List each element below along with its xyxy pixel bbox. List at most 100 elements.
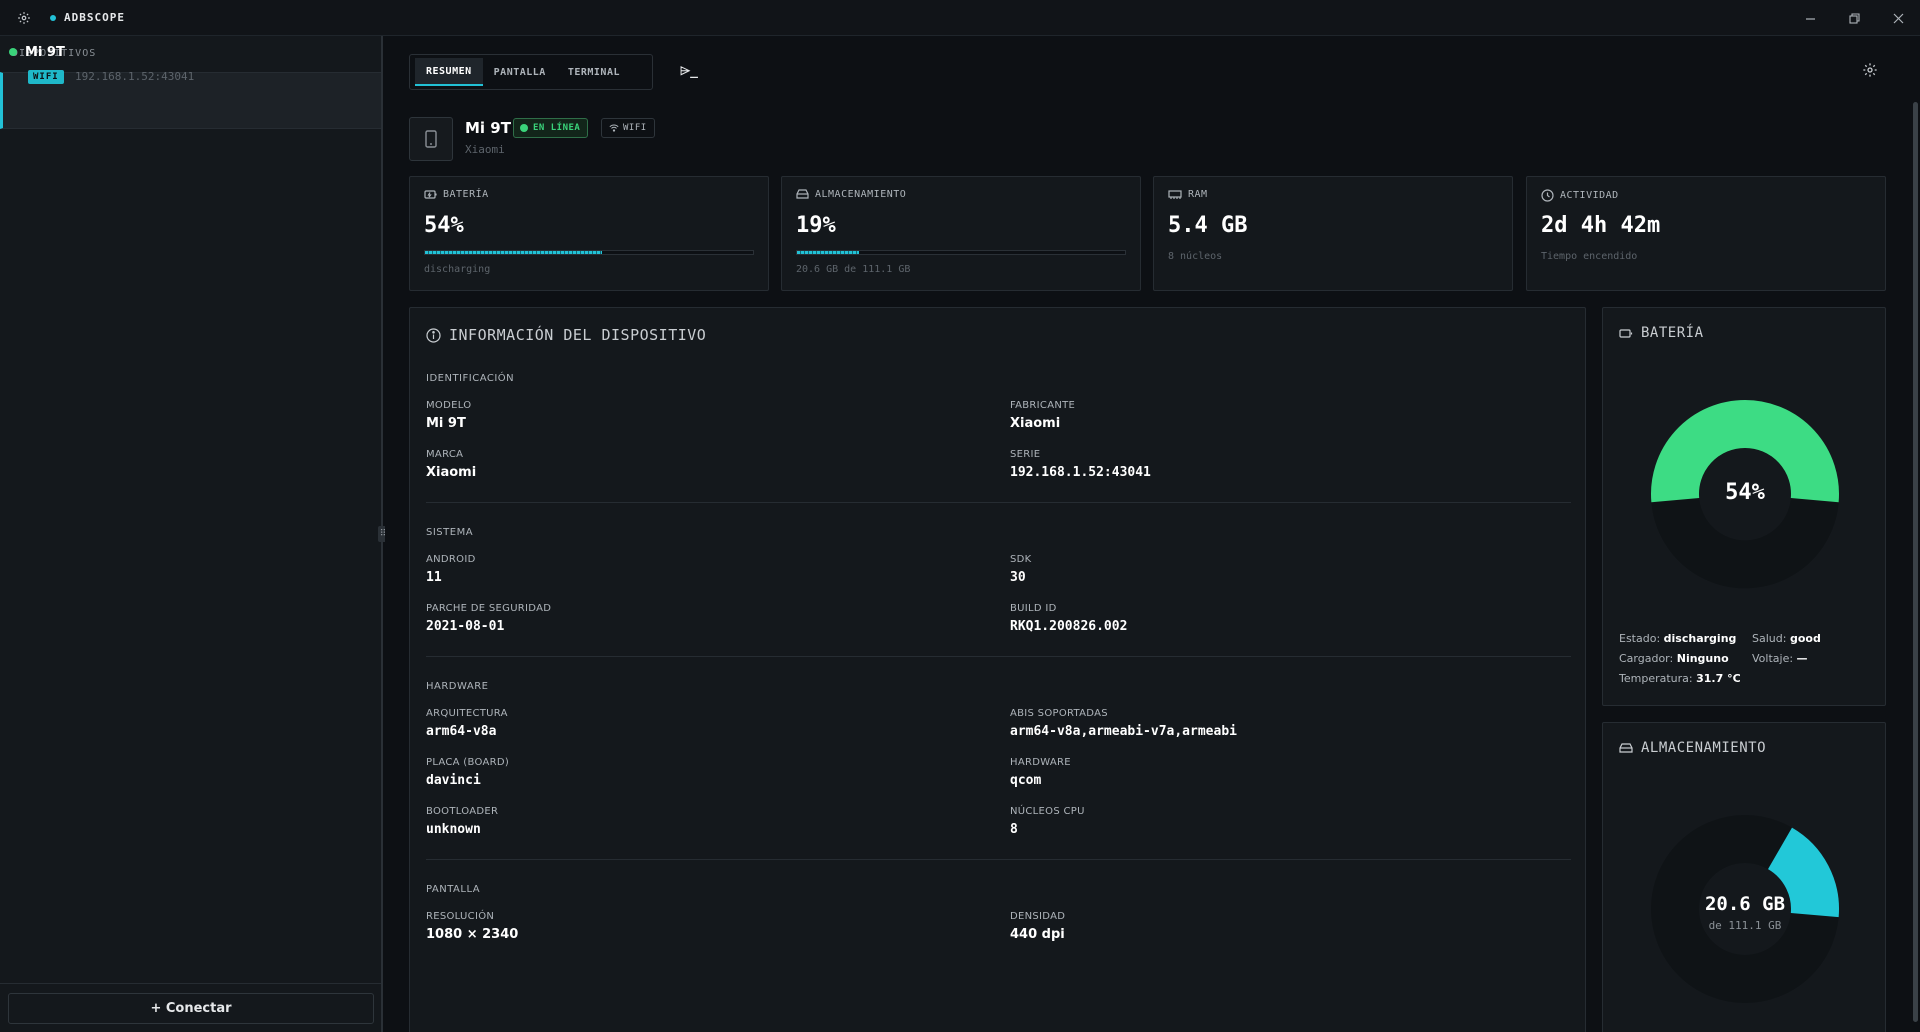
battery-health-label: Salud: xyxy=(1752,632,1787,645)
ram-value: 5.4 GB xyxy=(1168,213,1248,238)
battery-temperature: Temperatura: 31.7 °C xyxy=(1619,672,1741,685)
hardware-label: HARDWARE xyxy=(1010,757,1071,768)
device-info-title: INFORMACIÓN DEL DISPOSITIVO xyxy=(426,326,706,344)
phone-icon xyxy=(409,117,453,161)
battery-state-label: Estado: xyxy=(1619,632,1661,645)
abis-value: arm64-v8a,armeabi-v7a,armeabi xyxy=(1010,724,1237,739)
battery-card-icon xyxy=(1619,328,1633,338)
battery-stat-label: BATERÍA xyxy=(424,189,489,200)
memory-icon xyxy=(1168,190,1182,199)
battery-progress-bar xyxy=(424,250,754,255)
battery-charger-label: Cargador: xyxy=(1619,652,1674,665)
arch-value: arm64-v8a xyxy=(426,724,497,739)
activity-sub: Tiempo encendido xyxy=(1541,251,1638,262)
resolution-label: RESOLUCIÓN xyxy=(426,911,495,922)
battery-icon xyxy=(424,190,437,199)
cores-value: 8 xyxy=(1010,822,1018,837)
device-info-panel: INFORMACIÓN DEL DISPOSITIVO IDENTIFICACI… xyxy=(409,307,1586,1032)
activity-value: 2d 4h 42m xyxy=(1541,213,1661,238)
battery-gauge-label: 54% xyxy=(1725,480,1765,505)
online-status-badge: EN LÍNEA xyxy=(513,118,589,138)
sidebar: DISPOSITIVOS xyxy=(0,36,383,1032)
model-label: MODELO xyxy=(426,400,472,411)
brand-label: MARCA xyxy=(426,449,464,460)
section-identificacion: IDENTIFICACIÓN xyxy=(426,373,515,384)
scrollbar[interactable] xyxy=(1913,102,1918,1022)
battery-state-value: discharging xyxy=(1663,632,1737,645)
battery-label-text: BATERÍA xyxy=(443,189,489,200)
section-divider xyxy=(426,656,1571,657)
serial-value: 192.168.1.52:43041 xyxy=(1010,465,1151,480)
battery-health-value: good xyxy=(1789,632,1821,645)
storage-progress-fill xyxy=(797,251,860,254)
ram-label-text: RAM xyxy=(1188,189,1208,200)
tab-terminal[interactable]: TERMINAL xyxy=(557,58,631,86)
clock-icon xyxy=(1541,189,1554,202)
battery-health: Salud: good xyxy=(1752,632,1821,645)
battery-voltage: Voltaje: — xyxy=(1752,652,1808,665)
window-controls xyxy=(1788,0,1920,36)
density-label: DENSIDAD xyxy=(1010,911,1066,922)
activity-stat-card: ACTIVIDAD 2d 4h 42m Tiempo encendido xyxy=(1526,176,1886,291)
ram-stat-card: RAM 5.4 GB 8 núcleos xyxy=(1153,176,1513,291)
sdk-value: 30 xyxy=(1010,570,1026,585)
close-icon[interactable] xyxy=(1876,0,1920,36)
arch-label: ARQUITECTURA xyxy=(426,708,508,719)
battery-voltage-label: Voltaje: xyxy=(1752,652,1794,665)
board-label: PLACA (BOARD) xyxy=(426,757,510,768)
gear-icon[interactable] xyxy=(12,6,36,30)
storage-label-text: ALMACENAMIENTO xyxy=(815,189,907,200)
storage-card: ALMACENAMIENTO 20.6 GB de 111.1 GB xyxy=(1602,722,1886,1032)
section-sistema: SISTEMA xyxy=(426,527,474,538)
build-label: BUILD ID xyxy=(1010,603,1057,614)
board-value: davinci xyxy=(426,773,481,788)
device-list-item-name: Mi 9T xyxy=(25,45,65,60)
settings-gear-icon[interactable] xyxy=(1862,62,1878,82)
online-status-label: EN LÍNEA xyxy=(533,123,581,133)
tab-pantalla[interactable]: PANTALLA xyxy=(483,58,557,86)
manufacturer-label: FABRICANTE xyxy=(1010,400,1076,411)
sidebar-divider xyxy=(0,983,381,984)
serial-label: SERIE xyxy=(1010,449,1041,460)
section-hardware: HARDWARE xyxy=(426,681,489,692)
sdk-label: SDK xyxy=(1010,554,1032,565)
battery-state: Estado: discharging xyxy=(1619,632,1736,645)
tab-bar: RESUMEN PANTALLA TERMINAL xyxy=(409,54,653,90)
section-divider xyxy=(426,859,1571,860)
patch-label: PARCHE DE SEGURIDAD xyxy=(426,603,552,614)
connect-button[interactable]: + Conectar xyxy=(8,993,374,1024)
density-value: 440 dpi xyxy=(1010,927,1065,942)
restore-icon[interactable] xyxy=(1832,0,1876,36)
terminal-icon[interactable]: ⌲_ xyxy=(680,64,698,79)
storage-value: 19% xyxy=(796,213,836,238)
storage-stat-card: ALMACENAMIENTO 19% 20.6 GB de 111.1 GB xyxy=(781,176,1141,291)
device-brand: Xiaomi xyxy=(465,143,505,156)
patch-value: 2021-08-01 xyxy=(426,619,505,634)
storage-icon xyxy=(796,189,809,199)
build-value: RKQ1.200826.002 xyxy=(1010,619,1128,634)
android-label: ANDROID xyxy=(426,554,476,565)
cores-label: NÚCLEOS CPU xyxy=(1010,806,1085,817)
wifi-badge: WIFI xyxy=(601,118,655,138)
storage-card-title-text: ALMACENAMIENTO xyxy=(1641,740,1767,756)
bootloader-label: BOOTLOADER xyxy=(426,806,499,817)
battery-card: BATERÍA 54% Estado: discharging Salud: g… xyxy=(1602,307,1886,706)
activity-label-text: ACTIVIDAD xyxy=(1560,190,1619,201)
storage-used: 20.6 GB xyxy=(1704,893,1786,915)
battery-charger: Cargador: Ninguno xyxy=(1619,652,1729,665)
connection-badge: WIFI xyxy=(28,70,64,84)
device-info-title-text: INFORMACIÓN DEL DISPOSITIVO xyxy=(449,326,707,344)
title-bar: ADBSCOPE xyxy=(0,0,1920,36)
battery-card-title-text: BATERÍA xyxy=(1641,325,1704,341)
minimize-icon[interactable] xyxy=(1788,0,1832,36)
main-content: RESUMEN PANTALLA TERMINAL ⌲_ Mi 9T EN LÍ… xyxy=(385,36,1920,1032)
ram-sub: 8 núcleos xyxy=(1168,251,1223,262)
storage-card-title: ALMACENAMIENTO xyxy=(1619,740,1766,756)
battery-stat-card: BATERÍA 54% discharging xyxy=(409,176,769,291)
manufacturer-value: Xiaomi xyxy=(1010,416,1061,431)
battery-charger-value: Ninguno xyxy=(1676,652,1729,665)
device-status-dot xyxy=(9,48,17,56)
battery-progress-fill xyxy=(425,251,603,254)
storage-stat-label: ALMACENAMIENTO xyxy=(796,189,906,200)
tab-resumen[interactable]: RESUMEN xyxy=(415,58,483,86)
